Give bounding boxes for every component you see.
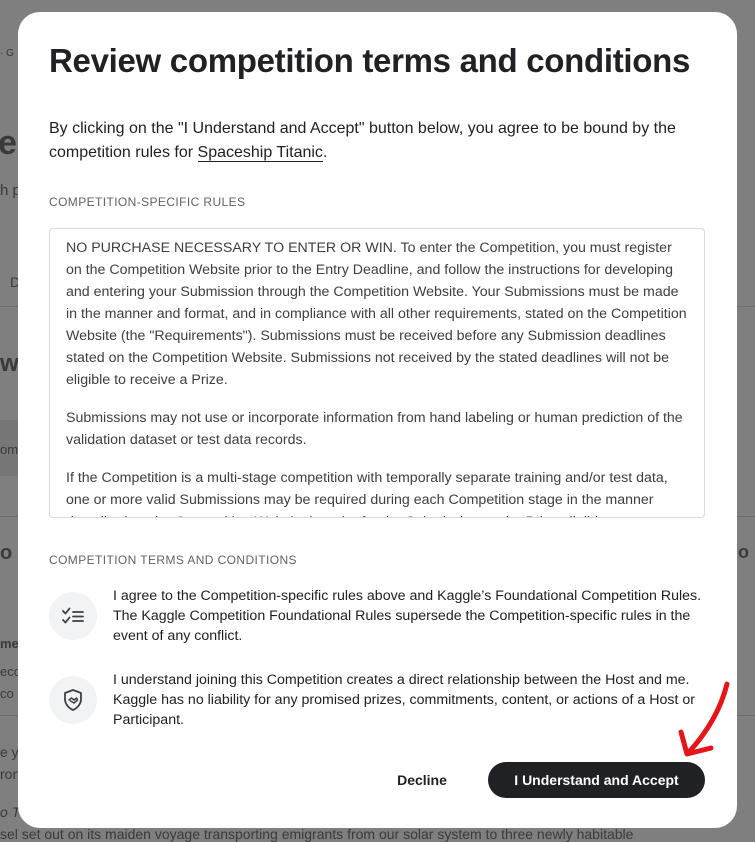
- term-item-relationship: I understand joining this Competition cr…: [49, 670, 709, 730]
- bg-text-fragment: e y: [0, 744, 19, 760]
- accept-button[interactable]: I Understand and Accept: [488, 762, 705, 798]
- decline-button[interactable]: Decline: [380, 762, 464, 798]
- bg-text-fragment: om: [0, 442, 19, 457]
- intro-suffix: .: [322, 144, 328, 161]
- rules-scroll-box[interactable]: NO PURCHASE NECESSARY TO ENTER OR WIN. T…: [49, 228, 705, 518]
- term-text: I understand joining this Competition cr…: [113, 672, 695, 728]
- rules-paragraph: NO PURCHASE NECESSARY TO ENTER OR WIN. T…: [66, 240, 687, 388]
- competition-link[interactable]: Spaceship Titanic: [197, 144, 323, 162]
- dialog-intro: By clicking on the "I Understand and Acc…: [49, 117, 709, 165]
- checklist-icon: [49, 592, 97, 640]
- term-text: I agree to the Competition-specific rule…: [113, 588, 702, 644]
- terms-dialog: Review competition terms and conditions …: [18, 12, 737, 828]
- rules-paragraph: If the Competition is a multi-stage comp…: [66, 470, 668, 517]
- bg-heading-fragment: w: [0, 350, 19, 377]
- term-item-rules: I agree to the Competition-specific rule…: [49, 586, 709, 646]
- rules-paragraph: Submissions may not use or incorporate i…: [66, 410, 683, 448]
- bg-heading-fragment: o: [738, 542, 749, 562]
- dialog-title: Review competition terms and conditions: [49, 42, 691, 79]
- bg-breadcrumb-fragment: · G: [0, 48, 14, 59]
- shield-handshake-icon: [49, 676, 97, 724]
- bg-heading-fragment: o: [0, 542, 13, 564]
- bg-text-fragment: sel set out on its maiden voyage transpo…: [0, 826, 634, 842]
- terms-section-label: COMPETITION TERMS AND CONDITIONS: [49, 553, 297, 567]
- intro-text: By clicking on the "I Understand and Acc…: [49, 120, 676, 161]
- bg-text-fragment: me: [0, 636, 19, 651]
- bg-text-fragment: co: [0, 686, 14, 701]
- rules-section-label: COMPETITION-SPECIFIC RULES: [49, 195, 246, 209]
